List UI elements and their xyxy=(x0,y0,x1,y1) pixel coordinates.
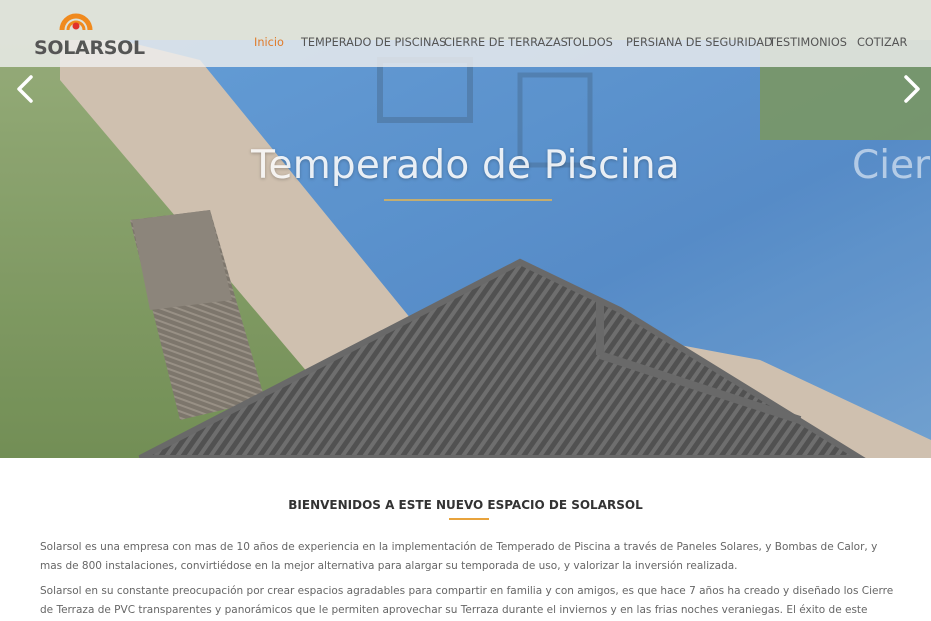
welcome-title-underline xyxy=(449,518,489,520)
nav-item-cotizar[interactable]: COTIZAR xyxy=(857,36,907,49)
intro-paragraph: Solarsol es una empresa con mas de 10 añ… xyxy=(40,541,878,572)
nav-item-inicio[interactable]: Inicio xyxy=(254,36,284,49)
nav-item-persiana-de-seguridad[interactable]: PERSIANA DE SEGURIDAD xyxy=(626,36,773,49)
brand-name: SOLARSOL xyxy=(34,37,145,59)
nav-item-testimonios[interactable]: TESTIMONIOS xyxy=(769,36,847,49)
chevron-right-icon xyxy=(904,75,920,103)
nav-item-toldos[interactable]: TOLDOS xyxy=(566,36,613,49)
hero-background-photo xyxy=(0,0,931,458)
brand-logo[interactable]: SOLARSOL xyxy=(34,4,145,62)
hero-next-slide-title-peek: Cier xyxy=(852,143,931,188)
welcome-title: BIENVENIDOS A ESTE NUEVO ESPACIO DE SOLA… xyxy=(288,498,643,512)
hero-slider: Temperado de Piscina Cier xyxy=(0,0,931,458)
slider-prev-button[interactable] xyxy=(10,72,40,106)
nav-item-temperado-de-piscinas[interactable]: TEMPERADO DE PISCINAS xyxy=(301,36,446,49)
hero-slide-title: Temperado de Piscina xyxy=(251,143,680,188)
sun-logo-icon xyxy=(59,13,93,31)
site-header: SOLARSOL Inicio TEMPERADO DE PISCINAS CI… xyxy=(0,0,931,67)
chevron-left-icon xyxy=(17,75,33,103)
slider-next-button[interactable] xyxy=(897,72,927,106)
nav-item-cierre-de-terrazas[interactable]: CIERRE DE TERRAZAS xyxy=(444,36,568,49)
hero-title-underline xyxy=(384,199,552,201)
terrace-paragraph: Solarsol en su constante preocupación po… xyxy=(40,585,894,616)
welcome-section: BIENVENIDOS A ESTE NUEVO ESPACIO DE SOLA… xyxy=(0,458,931,621)
